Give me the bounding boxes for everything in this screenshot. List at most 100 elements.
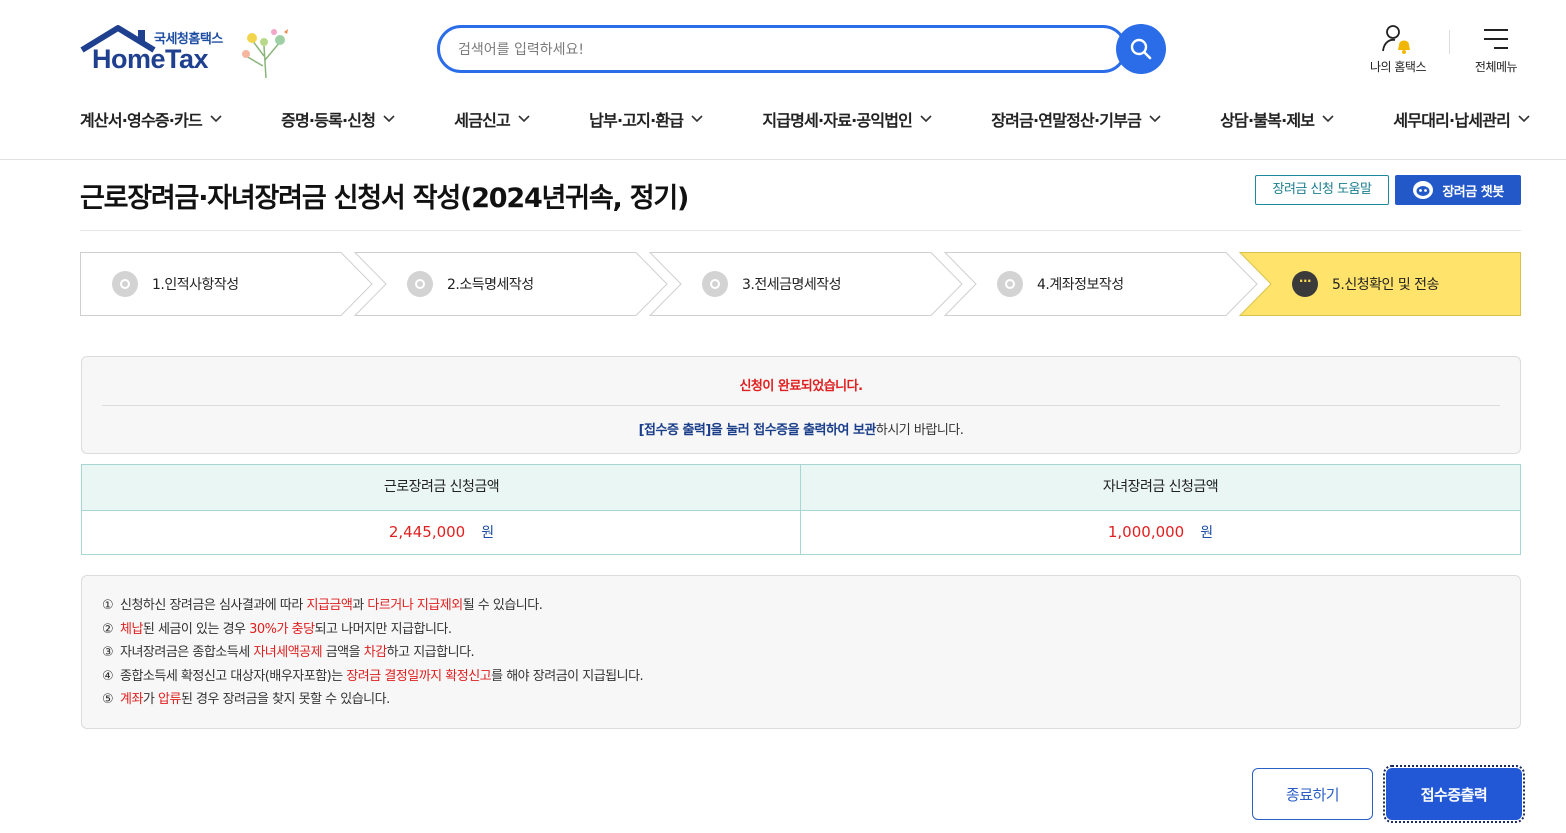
my-hometax-button[interactable]: 나의 홈택스 xyxy=(1358,22,1438,75)
caution-item: ⑤ 계좌가 압류된 경우 장려금을 찾지 못할 수 있습니다. xyxy=(102,688,1520,712)
my-hometax-label: 나의 홈택스 xyxy=(1369,60,1427,74)
step-5: ··· 5.신청확인 및 전송 xyxy=(1292,252,1439,316)
caution-item: ③ 자녀장려금은 종합소득세 자녀세액공제 금액을 차감하고 지급합니다. xyxy=(102,641,1520,665)
step-done-icon xyxy=(702,271,728,297)
chatbot-button[interactable]: 장려금 챗봇 xyxy=(1395,175,1521,205)
step-done-icon xyxy=(112,271,138,297)
step-label: 4.계좌정보작성 xyxy=(1037,277,1124,293)
gnb-label: 상담·불복·제보 xyxy=(1220,111,1315,130)
completion-notice: 신청이 완료되었습니다. [접수증 출력]을 눌러 접수증을 출력하여 보관하시… xyxy=(81,356,1521,454)
work-incentive-amount: 2,445,000 xyxy=(388,523,466,541)
step-done-icon xyxy=(997,271,1023,297)
step-done-icon xyxy=(407,271,433,297)
step-1: 1.인적사항작성 xyxy=(112,252,239,316)
step-label: 5.신청확인 및 전송 xyxy=(1332,277,1439,293)
caution-text: 신청하신 장려금은 심사결과에 따라 xyxy=(120,598,307,613)
all-menu-label: 전체메뉴 xyxy=(1474,60,1518,74)
caution-number: ① xyxy=(102,598,114,613)
caution-number: ④ xyxy=(102,668,114,684)
search-button[interactable] xyxy=(1116,24,1166,74)
step-label: 1.인적사항작성 xyxy=(152,277,239,293)
gnb-item[interactable]: 세무대리·납세관리 xyxy=(1393,106,1530,132)
flower-decoration-icon xyxy=(242,29,288,79)
site-header: 국세청홈택스 HomeTax 나의 홈택스 xyxy=(0,0,1566,160)
caution-highlight: 자녀세액공제 xyxy=(253,645,323,660)
chatbot-icon xyxy=(1413,181,1434,199)
global-nav: 계산서·영수증·카드 증명·등록·신청 세금신고 납부·고지·환급 지급명세·자… xyxy=(80,106,1530,132)
caution-text: 되고 나머지만 지급합니다. xyxy=(314,621,452,637)
currency-unit: 원 xyxy=(481,525,495,541)
caution-highlight: 장려금 결정일까지 확정신고 xyxy=(346,668,492,684)
gnb-label: 세금신고 xyxy=(454,111,510,130)
child-incentive-amount: 1,000,000 xyxy=(1107,523,1185,541)
all-menu-button[interactable]: 전체메뉴 xyxy=(1456,22,1536,75)
divider xyxy=(1449,30,1450,54)
step-4: 4.계좌정보작성 xyxy=(997,252,1124,316)
child-incentive-header: 자녀장려금 신청금액 xyxy=(801,465,1520,511)
chevron-down-icon xyxy=(210,115,222,123)
step-label: 2.소득명세작성 xyxy=(447,277,534,293)
child-incentive-cell: 1,000,000 원 xyxy=(801,511,1520,554)
caution-text: 자녀장려금은 종합소득세 xyxy=(120,645,254,660)
hometax-logo[interactable]: 국세청홈택스 HomeTax xyxy=(80,24,300,80)
print-guide: [접수증 출력]을 눌러 접수증을 출력하여 보관하시기 바랍니다. xyxy=(82,419,1520,438)
user-bell-icon xyxy=(1382,25,1410,54)
caution-highlight: 지급금액 xyxy=(306,598,353,613)
gnb-item[interactable]: 증명·등록·신청 xyxy=(281,106,395,132)
caution-list: ① 신청하신 장려금은 심사결과에 따라 지급금액과 다르거나 지급제외될 수 있… xyxy=(81,575,1521,729)
step-3: 3.전세금명세작성 xyxy=(702,252,842,316)
close-button[interactable]: 종료하기 xyxy=(1252,768,1373,820)
caution-text: 과 xyxy=(352,598,368,613)
gnb-item[interactable]: 계산서·영수증·카드 xyxy=(80,106,222,132)
gnb-label: 지급명세·자료·공익법인 xyxy=(762,111,913,130)
search-input[interactable] xyxy=(458,39,1098,61)
caution-highlight: 차감 xyxy=(363,645,387,660)
logo-title: HomeTax xyxy=(92,44,209,74)
caution-text: 금액을 xyxy=(322,645,364,660)
gnb-item[interactable]: 지급명세·자료·공익법인 xyxy=(762,106,932,132)
work-incentive-header: 근로장려금 신청금액 xyxy=(82,465,801,511)
step-active-icon: ··· xyxy=(1292,271,1318,297)
chevron-down-icon xyxy=(691,115,703,123)
caution-text: 하고 지급합니다. xyxy=(386,645,475,660)
divider xyxy=(800,465,801,554)
step-2: 2.소득명세작성 xyxy=(407,252,534,316)
chevron-down-icon xyxy=(1149,115,1161,123)
caution-highlight: 30%가 충당 xyxy=(249,621,315,637)
gnb-item[interactable]: 장려금·연말정산·기부금 xyxy=(991,106,1161,132)
chevron-down-icon xyxy=(1518,115,1530,123)
step-label: 3.전세금명세작성 xyxy=(742,277,842,293)
chatbot-label: 장려금 챗봇 xyxy=(1442,184,1504,200)
caution-text: 된 세금이 있는 경우 xyxy=(142,621,250,637)
caution-item: ② 체납된 세금이 있는 경우 30%가 충당되고 나머지만 지급합니다. xyxy=(102,618,1520,642)
gnb-item[interactable]: 세금신고 xyxy=(454,106,530,132)
caution-highlight: 체납 xyxy=(120,621,143,637)
step-progress: 1.인적사항작성 2.소득명세작성 3.전세금명세작성 4.계좌정보작성 ···… xyxy=(80,252,1521,316)
chevron-down-icon xyxy=(383,115,395,123)
caution-highlight: 다르거나 지급제외 xyxy=(367,598,463,613)
chevron-down-icon xyxy=(920,115,932,123)
gnb-item[interactable]: 납부·고지·환급 xyxy=(589,106,703,132)
help-button[interactable]: 장려금 신청 도움말 xyxy=(1255,175,1389,205)
print-receipt-button[interactable]: 접수증출력 xyxy=(1383,765,1525,823)
chevron-down-icon xyxy=(1322,115,1334,123)
print-guide-emphasis: [접수증 출력]을 눌러 접수증을 출력하여 보관 xyxy=(638,423,877,438)
chevron-down-icon xyxy=(518,115,530,123)
gnb-label: 계산서·영수증·카드 xyxy=(80,111,203,130)
caution-item: ① 신청하신 장려금은 심사결과에 따라 지급금액과 다르거나 지급제외될 수 있… xyxy=(102,594,1520,618)
search-icon xyxy=(1130,38,1152,60)
caution-number: ② xyxy=(102,621,114,637)
hamburger-menu-icon xyxy=(1484,29,1508,49)
completion-message: 신청이 완료되었습니다. xyxy=(739,379,863,394)
page-title: 근로장려금·자녀장려금 신청서 작성(2024년귀속, 정기) xyxy=(80,183,689,214)
gnb-label: 세무대리·납세관리 xyxy=(1393,111,1510,130)
caution-text: 될 수 있습니다. xyxy=(462,598,543,613)
divider xyxy=(102,405,1500,406)
gnb-item[interactable]: 상담·불복·제보 xyxy=(1220,106,1334,132)
caution-text: 종합소득세 확정신고 대상자(배우자포함)는 xyxy=(120,668,347,684)
caution-text: 된 경우 장려금을 찾지 못할 수 있습니다. xyxy=(180,692,390,707)
divider xyxy=(80,230,1521,231)
caution-text: 가 xyxy=(142,692,159,707)
gnb-label: 증명·등록·신청 xyxy=(281,111,376,130)
caution-number: ③ xyxy=(102,645,114,660)
